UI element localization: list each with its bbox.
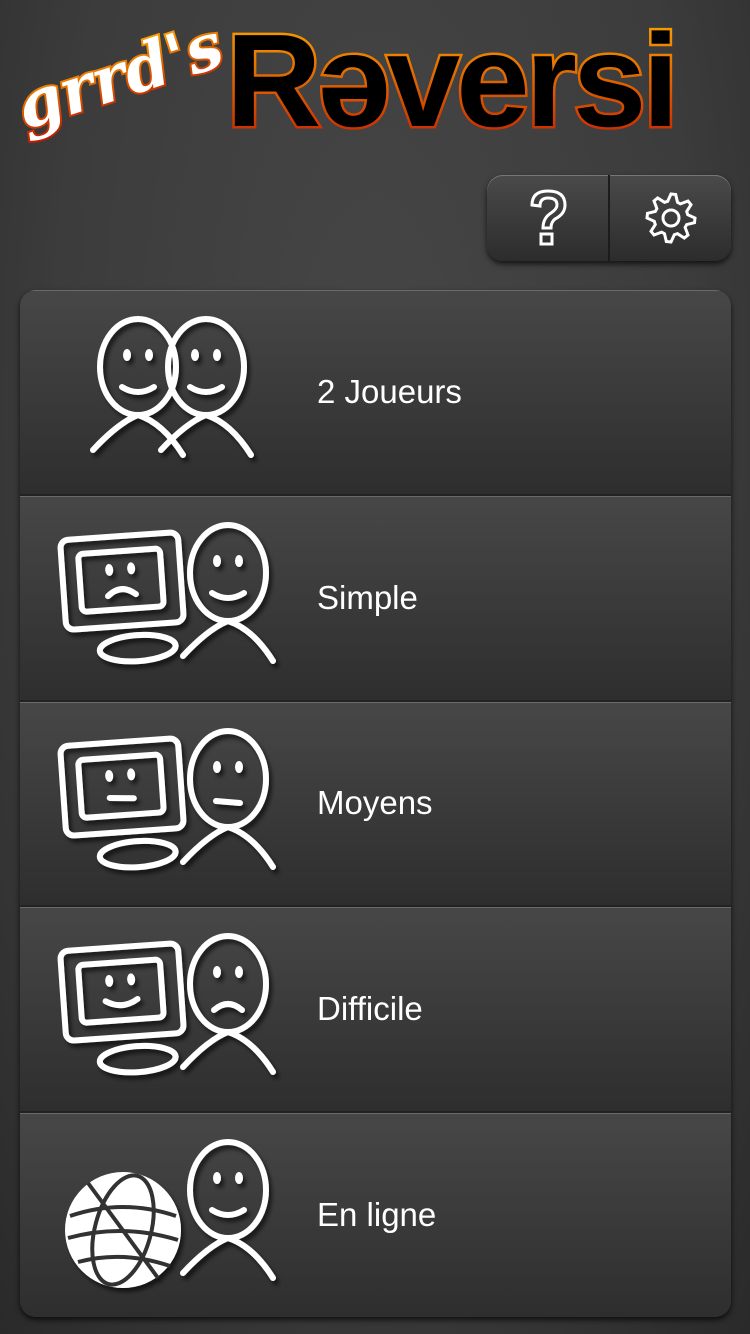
gear-icon — [644, 192, 697, 244]
menu-item-label: Simple — [317, 578, 418, 616]
menu-item-label: Moyens — [317, 784, 433, 822]
menu-item-label: Difficile — [317, 990, 423, 1028]
computer-smile — [57, 940, 187, 1076]
computer-vs-player-easy-icon — [57, 521, 276, 665]
logo-title: Rəversi — [226, 10, 675, 154]
settings-button[interactable] — [608, 175, 731, 261]
person-smile — [158, 316, 254, 458]
menu-item-label: 2 Joueurs — [317, 372, 462, 410]
menu-item-simple[interactable]: Simple — [20, 495, 731, 700]
computer-neutral — [57, 735, 187, 870]
logo-script: grrd's — [8, 10, 232, 145]
game-mode-menu: 2 Joueurs Simple Moyens Difficile En lig… — [20, 290, 731, 1317]
menu-item-difficile[interactable]: Difficile — [20, 907, 731, 1112]
menu-item-en-ligne[interactable]: En ligne — [20, 1113, 731, 1317]
help-button[interactable] — [487, 175, 608, 261]
menu-item-label: En ligne — [317, 1196, 437, 1234]
person-neutral — [180, 727, 276, 870]
menu-item-moyens[interactable]: Moyens — [20, 701, 731, 906]
computer-vs-player-hard-icon — [57, 933, 276, 1076]
question-icon — [529, 189, 567, 246]
computer-sad — [57, 529, 187, 665]
computer-vs-player-medium-icon — [57, 727, 276, 870]
globe — [65, 1172, 181, 1289]
person-sad — [180, 933, 276, 1076]
menu-item-2-players[interactable]: 2 Joueurs — [20, 290, 731, 494]
two-players-icon — [90, 316, 254, 458]
person-smile — [180, 1139, 276, 1282]
toolbar — [487, 175, 731, 261]
app-logo: grrd's Rəversi — [8, 10, 682, 157]
person-smile — [180, 521, 276, 664]
online-icon — [65, 1139, 276, 1289]
